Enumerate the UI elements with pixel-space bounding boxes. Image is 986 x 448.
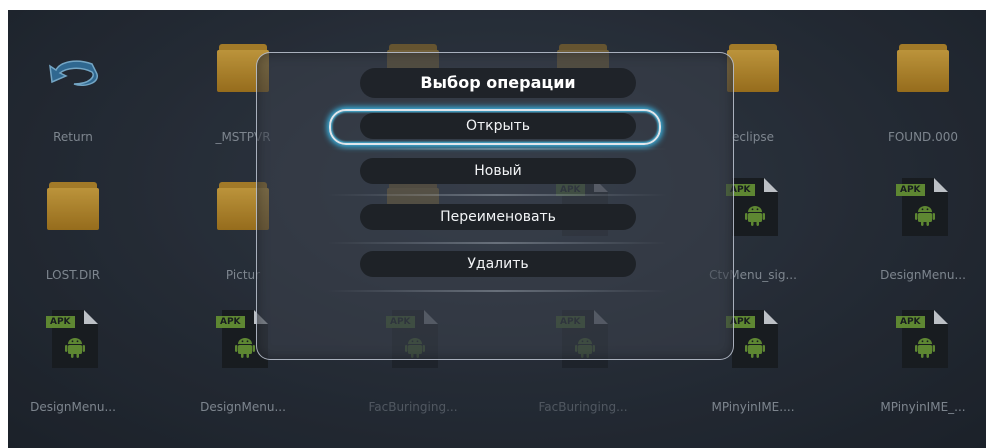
option-new-button[interactable]: Новый — [360, 158, 636, 184]
option-divider — [327, 194, 667, 196]
dialog-title: Выбор операции — [360, 68, 636, 98]
option-divider — [327, 290, 667, 292]
option-divider — [327, 148, 667, 150]
option-divider — [327, 242, 667, 244]
operation-dialog: Выбор операции Открыть Новый Переименова… — [256, 52, 734, 360]
option-open-button[interactable]: Открыть — [360, 113, 636, 139]
file-browser-screen: Return _MSTPVR eclipse FOUND.000 LOST.DIR Pic… — [8, 10, 986, 448]
option-rename-button[interactable]: Переименовать — [360, 204, 636, 230]
option-delete-button[interactable]: Удалить — [360, 251, 636, 277]
